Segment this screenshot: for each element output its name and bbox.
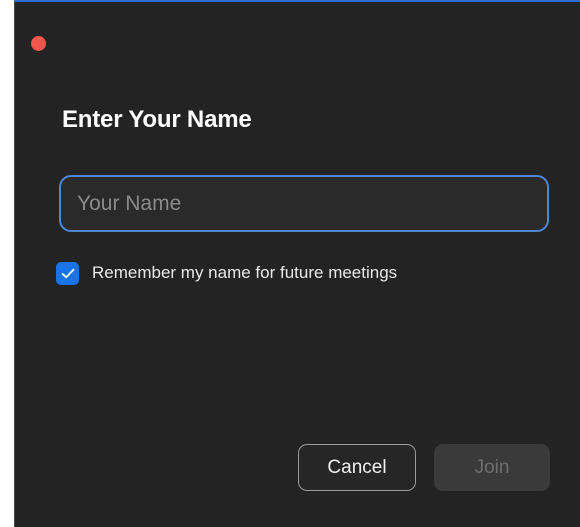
checkmark-icon <box>61 268 74 278</box>
remember-name-label: Remember my name for future meetings <box>92 263 398 282</box>
remember-name-option[interactable]: Remember my name for future meetings <box>56 260 397 286</box>
dialog-title: Enter Your Name <box>62 106 252 133</box>
cancel-button[interactable]: Cancel <box>298 444 416 491</box>
remember-name-checkbox[interactable] <box>56 261 79 285</box>
join-button[interactable]: Join <box>434 444 550 491</box>
enter-name-dialog: Enter Your Name Remember my name for fut… <box>14 0 580 527</box>
window-close-button[interactable] <box>31 36 46 51</box>
name-input[interactable] <box>59 175 549 232</box>
